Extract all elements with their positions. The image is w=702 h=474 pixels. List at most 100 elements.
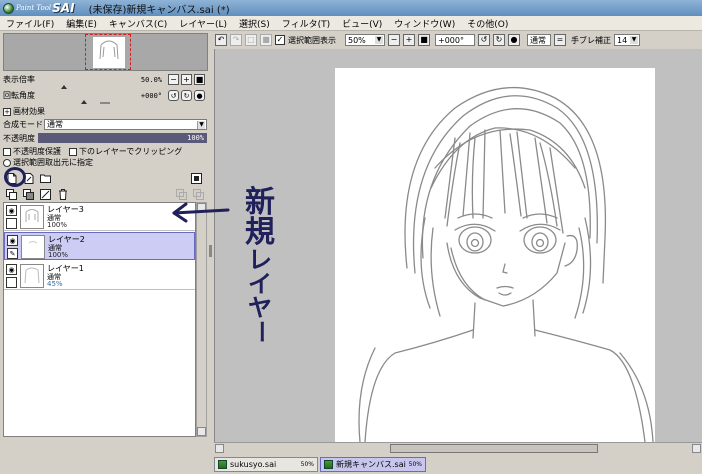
menu-view[interactable]: ビュー(V) <box>336 17 388 30</box>
texture-section-header[interactable]: + 画材効果 <box>3 106 45 117</box>
rotate-left-button[interactable]: ↺ <box>478 34 490 46</box>
clear-layer-icon[interactable] <box>40 188 51 200</box>
new-folder-icon[interactable] <box>40 173 51 184</box>
clip-lower-checkbox[interactable] <box>69 147 77 156</box>
copy-layer-alt-icon[interactable] <box>193 188 204 200</box>
menu-select[interactable]: 選択(S) <box>233 17 276 30</box>
zoom-select[interactable]: 50% ▼ <box>345 34 385 46</box>
eye-icon[interactable]: ◉ <box>6 264 17 275</box>
texture-section-title: 画材効果 <box>13 107 45 116</box>
lock-icon[interactable] <box>6 218 17 229</box>
scroll-right-button[interactable] <box>692 444 701 453</box>
layer-thumbnail <box>20 205 44 229</box>
scroll-down-button[interactable] <box>197 427 206 436</box>
eye-icon[interactable]: ◉ <box>6 205 17 216</box>
menu-filter[interactable]: フィルタ(T) <box>276 17 336 30</box>
navigator-preview[interactable] <box>3 33 208 71</box>
window-title: (未保存)新規キャンバス.sai (*) <box>88 4 230 16</box>
panel-splitter[interactable] <box>100 102 110 104</box>
tab-zoom: 50% <box>300 460 314 468</box>
rotate-reset-button[interactable]: ● <box>508 34 520 46</box>
zoom-in-button[interactable]: + <box>403 34 415 46</box>
brush-icon[interactable]: ✎ <box>7 248 18 259</box>
layer-row-selected[interactable]: ◉ ✎ レイヤー2 通常 100% <box>4 232 195 260</box>
annotation-char: 新 <box>245 185 275 220</box>
merge-down-icon[interactable] <box>6 188 17 200</box>
scroll-thumb[interactable] <box>390 444 598 453</box>
layer-row[interactable]: ◉ レイヤー1 通常 45% <box>4 262 195 290</box>
zoom-out-button[interactable]: − <box>168 74 179 85</box>
menu-window[interactable]: ウィンドウ(W) <box>388 17 461 30</box>
layer-panel-menu-icon[interactable] <box>191 172 202 184</box>
annotation-char: レ <box>248 246 272 274</box>
navigator-view-frame[interactable] <box>85 34 131 70</box>
transfer-down-icon[interactable] <box>23 188 34 200</box>
panel-resize-handle[interactable] <box>209 245 212 257</box>
stabilizer-label: 手ブレ補正 <box>571 35 611 45</box>
selection-display-checkbox[interactable]: ✓ <box>275 35 285 45</box>
expand-icon[interactable]: + <box>3 107 11 116</box>
selection-display-label: 選択範囲表示 <box>288 35 336 45</box>
rotate-reset-button[interactable]: ● <box>194 90 205 101</box>
annotation-char: ヤ <box>248 294 272 322</box>
selection-source-checkbox[interactable] <box>3 158 11 167</box>
logo-small-text: Paint Tool <box>16 4 52 12</box>
zoom-out-button[interactable]: − <box>388 34 400 46</box>
opacity-value: 100% <box>187 134 204 142</box>
rotate-left-button[interactable]: ↺ <box>168 90 179 101</box>
rotate-slider-handle[interactable] <box>81 100 87 104</box>
blend-mode-field[interactable]: 通常 <box>527 34 551 46</box>
trash-icon[interactable] <box>57 188 68 200</box>
blend-mode-label: 合成モード <box>3 120 43 129</box>
menu-file[interactable]: ファイル(F) <box>0 17 60 30</box>
sai-logo-icon <box>3 2 14 14</box>
copy-layer-icon[interactable] <box>176 188 187 200</box>
blend-mode-value: 通常 <box>47 120 63 129</box>
canvas-horizontal-scrollbar[interactable] <box>214 442 702 454</box>
rotate-right-button[interactable]: ↻ <box>493 34 505 46</box>
opacity-label: 不透明度 <box>3 134 35 143</box>
rotate-slider[interactable] <box>3 100 163 105</box>
tab-sukusyo[interactable]: sukusyo.sai 50% <box>214 456 318 472</box>
canvas-page[interactable] <box>335 68 655 443</box>
mirror-button[interactable]: = <box>554 34 566 46</box>
menu-canvas[interactable]: キャンバス(C) <box>103 17 173 30</box>
zoom-slider-handle[interactable] <box>61 85 67 89</box>
blend-mode-select[interactable]: 通常 ▼ <box>44 119 207 130</box>
layer-list-scrollbar[interactable] <box>196 202 207 437</box>
zoom-in-button[interactable]: + <box>181 74 192 85</box>
tab-new-canvas[interactable]: 新規キャンバス.sai 50% <box>320 456 426 472</box>
layer-row[interactable]: ◉ レイヤー3 通常 100% <box>4 203 195 231</box>
zoom-reset-button[interactable]: ■ <box>418 34 430 46</box>
tab-zoom: 50% <box>408 460 422 468</box>
lock-icon[interactable] <box>6 277 17 288</box>
chevron-down-icon[interactable]: ▼ <box>375 36 383 44</box>
preserve-opacity-label: 不透明度保護 <box>13 147 61 156</box>
stabilizer-select[interactable]: 14 ▼ <box>614 34 640 46</box>
layer-opacity: 45% <box>47 280 63 288</box>
eye-icon[interactable]: ◉ <box>7 235 18 246</box>
layer-opacity: 100% <box>47 221 68 229</box>
annotation-char: ー <box>246 320 274 344</box>
scroll-left-button[interactable] <box>215 444 224 453</box>
rotate-right-button[interactable]: ↻ <box>181 90 192 101</box>
preserve-opacity-checkbox[interactable] <box>3 147 11 156</box>
invert-select-button[interactable]: ■ <box>260 34 272 46</box>
opacity-slider[interactable]: 100% <box>38 133 207 143</box>
undo-button[interactable]: ↶ <box>215 34 227 46</box>
scroll-up-button[interactable] <box>197 203 206 212</box>
chevron-down-icon[interactable]: ▼ <box>630 36 638 44</box>
angle-value: +000° <box>438 35 464 45</box>
canvas-viewport[interactable] <box>214 49 702 443</box>
sketch-drawing <box>358 87 654 443</box>
document-tab-bar: sukusyo.sai 50% 新規キャンバス.sai 50% <box>212 454 702 474</box>
zoom-reset-button[interactable]: ■ <box>194 74 205 85</box>
deselect-button[interactable]: □ <box>245 34 257 46</box>
menu-layer[interactable]: レイヤー(L) <box>173 17 233 30</box>
menu-other[interactable]: その他(O) <box>461 17 514 30</box>
chevron-down-icon[interactable]: ▼ <box>197 121 205 129</box>
menu-edit[interactable]: 編集(E) <box>60 17 103 30</box>
angle-field[interactable]: +000° <box>435 34 475 46</box>
redo-button[interactable]: ↷ <box>230 34 242 46</box>
annotation-text: 新 規 レ イ ヤ ー <box>240 185 280 345</box>
